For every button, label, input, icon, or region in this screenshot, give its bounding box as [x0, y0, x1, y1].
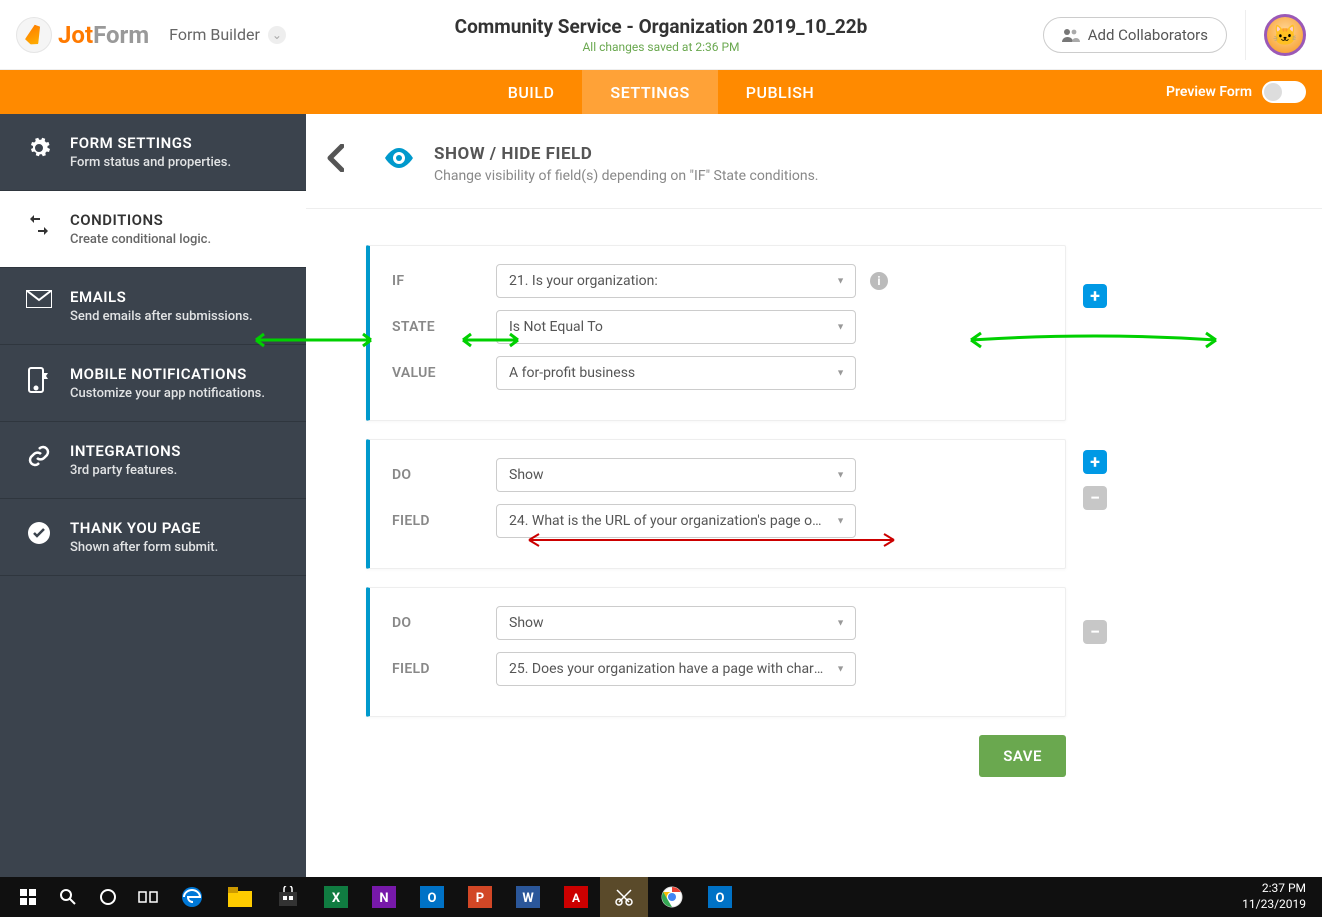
- user-avatar[interactable]: 🐱: [1264, 14, 1306, 56]
- action-panel-1: DO Show FIELD 24. What is the URL of you…: [366, 439, 1066, 569]
- logo-text: JotForm: [58, 21, 149, 49]
- settings-sidebar: FORM SETTINGSForm status and properties.…: [0, 114, 306, 877]
- sidebar-item-mobile[interactable]: MOBILE NOTIFICATIONSCustomize your app n…: [0, 345, 306, 422]
- svg-text:O: O: [716, 891, 725, 906]
- page-header: SHOW / HIDE FIELD Change visibility of f…: [306, 144, 1322, 209]
- eye-icon: [384, 148, 414, 168]
- form-title[interactable]: Community Service - Organization 2019_10…: [455, 15, 868, 38]
- separator: [1245, 10, 1246, 60]
- gear-icon: [24, 136, 54, 160]
- field-dropdown-2[interactable]: 25. Does your organization have a page w…: [496, 652, 856, 686]
- main-content: SHOW / HIDE FIELD Change visibility of f…: [306, 114, 1322, 877]
- svg-text:N: N: [379, 891, 388, 906]
- svg-text:P: P: [476, 891, 484, 906]
- store-icon[interactable]: [264, 877, 312, 917]
- logo[interactable]: JotForm: [16, 17, 149, 53]
- breadcrumb[interactable]: Form Builder ⌄: [169, 25, 286, 44]
- do-dropdown-1[interactable]: Show: [496, 458, 856, 492]
- if-label: IF: [392, 273, 482, 289]
- sidebar-item-form-settings[interactable]: FORM SETTINGSForm status and properties.: [0, 114, 306, 191]
- do-label: DO: [392, 615, 482, 631]
- explorer-icon[interactable]: [216, 877, 264, 917]
- word-icon[interactable]: W: [504, 877, 552, 917]
- do-dropdown-2[interactable]: Show: [496, 606, 856, 640]
- action-panel-2: DO Show FIELD 25. Does your organization…: [366, 587, 1066, 717]
- check-circle-icon: [24, 521, 54, 545]
- preview-form-toggle[interactable]: Preview Form: [1166, 81, 1306, 103]
- remove-action-button-1[interactable]: −: [1083, 486, 1107, 510]
- save-status: All changes saved at 2:36 PM: [455, 40, 868, 54]
- start-button[interactable]: [8, 877, 48, 917]
- add-action-button[interactable]: +: [1083, 450, 1107, 474]
- info-icon[interactable]: i: [870, 272, 888, 290]
- page-subtitle: Change visibility of field(s) depending …: [434, 168, 819, 184]
- collab-label: Add Collaborators: [1088, 26, 1208, 44]
- field-label: FIELD: [392, 513, 482, 529]
- tab-publish[interactable]: PUBLISH: [718, 70, 843, 114]
- task-view-icon[interactable]: [128, 877, 168, 917]
- save-button[interactable]: SAVE: [979, 735, 1066, 777]
- powerpoint-icon[interactable]: P: [456, 877, 504, 917]
- outlook2-icon[interactable]: O: [696, 877, 744, 917]
- add-condition-button[interactable]: +: [1083, 284, 1107, 308]
- svg-text:O: O: [428, 891, 437, 906]
- cortana-icon[interactable]: [88, 877, 128, 917]
- sidebar-item-thankyou[interactable]: THANK YOU PAGEShown after form submit.: [0, 499, 306, 576]
- value-dropdown[interactable]: A for-profit business: [496, 356, 856, 390]
- tab-build[interactable]: BUILD: [480, 70, 583, 114]
- field-dropdown-1[interactable]: 24. What is the URL of your organization…: [496, 504, 856, 538]
- condition-panel: IF 21. Is your organization: i STATE Is …: [366, 245, 1066, 421]
- field-label: FIELD: [392, 661, 482, 677]
- tab-settings[interactable]: SETTINGS: [582, 70, 717, 114]
- search-icon[interactable]: [48, 877, 88, 917]
- windows-taskbar: X N O P W A O 2:37 PM 11/23/2019: [0, 877, 1322, 917]
- onenote-icon[interactable]: N: [360, 877, 408, 917]
- title-block: Community Service - Organization 2019_10…: [455, 15, 868, 54]
- state-dropdown[interactable]: Is Not Equal To: [496, 310, 856, 344]
- svg-text:A: A: [572, 891, 581, 905]
- logo-icon: [16, 17, 52, 53]
- top-header: JotForm Form Builder ⌄ Community Service…: [0, 0, 1322, 70]
- people-icon: [1062, 28, 1080, 42]
- svg-text:W: W: [522, 891, 534, 906]
- add-collaborators-button[interactable]: Add Collaborators: [1043, 17, 1227, 53]
- acrobat-icon[interactable]: A: [552, 877, 600, 917]
- sidebar-item-integrations[interactable]: INTEGRATIONS3rd party features.: [0, 422, 306, 499]
- if-field-dropdown[interactable]: 21. Is your organization:: [496, 264, 856, 298]
- sidebar-item-emails[interactable]: EMAILSSend emails after submissions.: [0, 268, 306, 345]
- snipping-icon[interactable]: [600, 877, 648, 917]
- svg-text:X: X: [332, 891, 341, 906]
- system-clock[interactable]: 2:37 PM 11/23/2019: [1242, 881, 1314, 912]
- chevron-down-icon: ⌄: [268, 26, 286, 44]
- conditions-icon: [24, 213, 54, 237]
- mail-icon: [24, 290, 54, 308]
- link-icon: [24, 444, 54, 468]
- breadcrumb-label: Form Builder: [169, 25, 260, 44]
- edge-icon[interactable]: [168, 877, 216, 917]
- main-nav: BUILD SETTINGS PUBLISH Preview Form: [0, 70, 1322, 114]
- page-title: SHOW / HIDE FIELD: [434, 144, 819, 164]
- toggle-switch[interactable]: [1262, 81, 1306, 103]
- do-label: DO: [392, 467, 482, 483]
- back-button[interactable]: [306, 144, 364, 172]
- value-label: VALUE: [392, 365, 482, 381]
- chrome-icon[interactable]: [648, 877, 696, 917]
- excel-icon[interactable]: X: [312, 877, 360, 917]
- sidebar-item-conditions[interactable]: CONDITIONSCreate conditional logic.: [0, 191, 306, 268]
- mobile-icon: [24, 367, 54, 393]
- outlook-icon[interactable]: O: [408, 877, 456, 917]
- remove-action-button-2[interactable]: −: [1083, 620, 1107, 644]
- state-label: STATE: [392, 319, 482, 335]
- preview-label: Preview Form: [1166, 84, 1252, 100]
